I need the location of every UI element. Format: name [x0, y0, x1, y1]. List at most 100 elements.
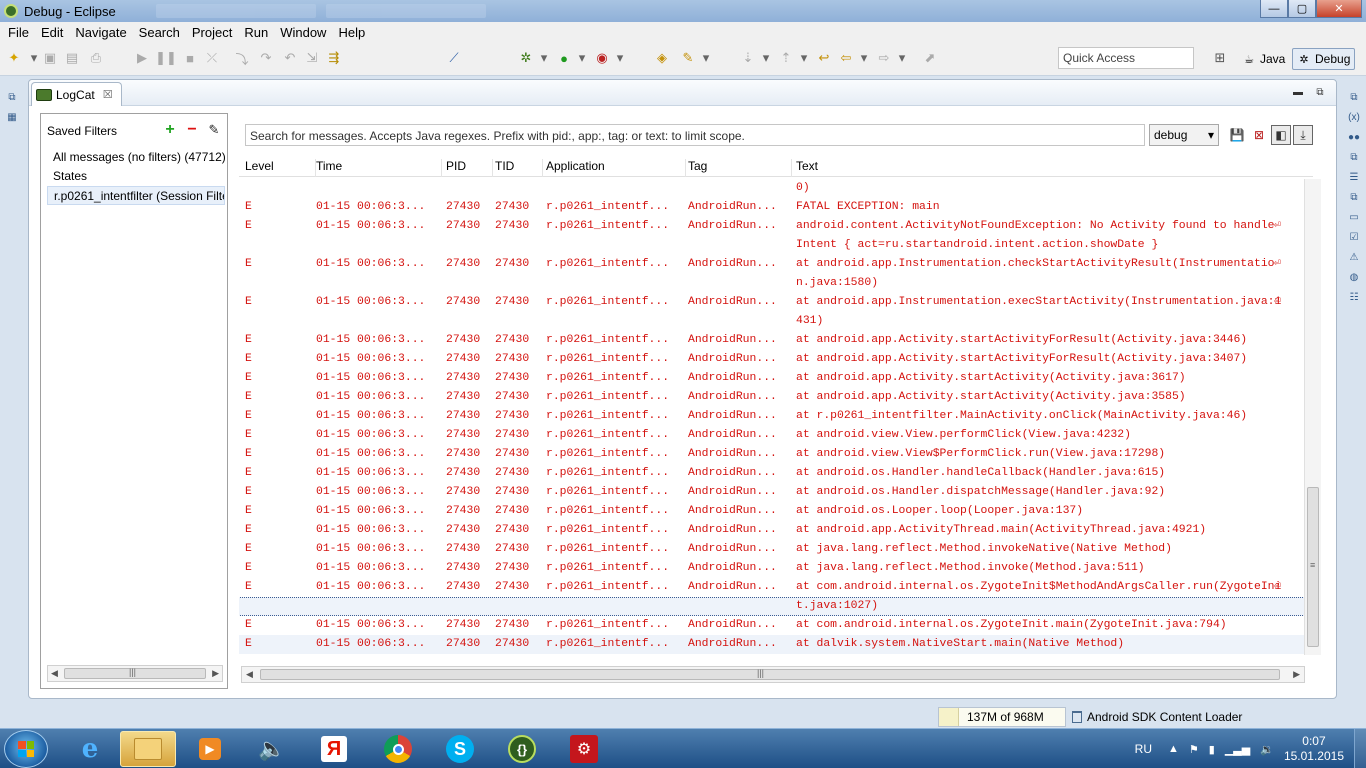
variables-icon[interactable]: (x)	[1347, 110, 1361, 124]
filter-item-session[interactable]: r.p0261_intentfilter (Session Filter)	[47, 186, 225, 205]
pin-editor-icon[interactable]: ⬈	[922, 50, 938, 66]
close-button[interactable]: ✕	[1316, 0, 1362, 18]
forward-icon[interactable]: ⇨	[876, 50, 892, 66]
outline-icon[interactable]: ☰	[1347, 170, 1361, 184]
close-tab-icon[interactable]: ☒	[103, 88, 113, 101]
log-row[interactable]: E 01-15 00:06:3... 27430 27430 r.p0261_inten…	[239, 502, 1305, 521]
log-row[interactable]: E 01-15 00:06:3... 27430 27430 r.p0261_inten…	[239, 445, 1305, 464]
problems-icon[interactable]: ⚠	[1347, 250, 1361, 264]
log-row[interactable]: E 01-15 00:06:3... 27430 27430 r.p0261_inten…	[239, 464, 1305, 483]
restore-icon[interactable]: ⧉	[5, 90, 19, 104]
menu-search[interactable]: Search	[133, 25, 186, 40]
add-filter-icon[interactable]: +	[161, 121, 179, 138]
disconnect-icon[interactable]: ⤫	[204, 50, 220, 66]
menu-edit[interactable]: Edit	[35, 25, 69, 40]
maximize-button[interactable]: ▢	[1288, 0, 1316, 18]
show-desktop-button[interactable]	[1354, 729, 1366, 768]
progress-icon[interactable]: ◍	[1347, 270, 1361, 284]
save-log-icon[interactable]: 💾	[1227, 125, 1247, 145]
quick-access-input[interactable]: Quick Access	[1058, 47, 1194, 69]
scroll-left-icon[interactable]: ◀	[51, 668, 58, 679]
filters-horizontal-scrollbar[interactable]: ◀ ||| ▶	[47, 665, 223, 682]
open-task-icon[interactable]: ✎	[680, 50, 696, 66]
breakpoints-icon[interactable]: ●●	[1347, 130, 1361, 144]
maximize-view-icon[interactable]: ⧉	[1312, 85, 1328, 99]
tasks-icon[interactable]: ☑	[1347, 230, 1361, 244]
taskbar-file-explorer[interactable]	[120, 731, 176, 767]
prev-annotation-dropdown-icon[interactable]: ▾	[796, 50, 812, 66]
log-row[interactable]: E 01-15 00:06:3... 27430 27430 r.p0261_inten…	[239, 559, 1305, 578]
taskbar-chrome[interactable]	[370, 731, 426, 767]
column-application[interactable]: Application	[546, 159, 686, 177]
open-type-icon[interactable]: ◈	[654, 50, 670, 66]
new-dropdown-icon[interactable]: ▾	[26, 50, 42, 66]
taskbar-yandex[interactable]: Я	[306, 731, 362, 767]
background-task[interactable]: Android SDK Content Loader	[1072, 710, 1242, 724]
skip-breakpoints-icon[interactable]: ⟋	[446, 50, 462, 66]
external-tools-icon[interactable]: ◉	[594, 50, 610, 66]
prev-annotation-icon[interactable]: ⇡	[778, 50, 794, 66]
menu-navigate[interactable]: Navigate	[69, 25, 132, 40]
suspend-icon[interactable]: ❚❚	[155, 50, 177, 66]
open-task-dropdown-icon[interactable]: ▾	[698, 50, 714, 66]
action-center-flag-icon[interactable]: ⚑	[1189, 743, 1199, 756]
debug-dropdown-icon[interactable]: ▾	[536, 50, 552, 66]
log-level-select[interactable]: debug ▾	[1149, 124, 1219, 146]
taskbar-speaker[interactable]: 🔈	[244, 731, 300, 767]
debug-view-icon[interactable]: ▦	[5, 110, 19, 124]
log-row[interactable]: E 01-15 00:06:3... 27430 27430 r.p0261_inten…	[239, 540, 1305, 559]
log-row[interactable]: E 01-15 00:06:3... 27430 27430 r.p0261_inten…	[239, 369, 1305, 388]
forward-dropdown-icon[interactable]: ▾	[894, 50, 910, 66]
save-all-icon[interactable]: ▤	[64, 50, 80, 66]
run-dropdown-icon[interactable]: ▾	[574, 50, 590, 66]
edit-filter-icon[interactable]: ✎	[205, 122, 223, 138]
start-button[interactable]	[4, 730, 48, 768]
scroll-lock-icon[interactable]: ⤓	[1293, 125, 1313, 145]
step-return-icon[interactable]: ↶	[282, 50, 298, 66]
terminate-icon[interactable]: ■	[182, 50, 198, 66]
next-annotation-icon[interactable]: ⇣	[740, 50, 756, 66]
taskbar-skype[interactable]: S	[432, 731, 488, 767]
log-row[interactable]: E 01-15 00:06:3... 27430 27430 r.p0261_inten…	[239, 198, 1305, 217]
log-row[interactable]: E 01-15 00:06:3... 27430 27430 r.p0261_inten…	[239, 350, 1305, 369]
log-row[interactable]: E 01-15 00:06:3... 27430 27430 r.p0261_inten…	[239, 217, 1305, 255]
step-into-icon[interactable]: ⤵	[234, 50, 250, 67]
log-scroll-left-icon[interactable]: ◀	[246, 669, 253, 680]
volume-icon[interactable]: 🔉	[1260, 743, 1274, 756]
taskbar-acrobat[interactable]: ⚙	[556, 731, 612, 767]
perspective-debug-button[interactable]: ✲ Debug	[1292, 48, 1356, 70]
debug-icon[interactable]: ✲	[518, 50, 534, 66]
filter-item-all[interactable]: All messages (no filters) (47712)	[47, 148, 225, 167]
external-tools-dropdown-icon[interactable]: ▾	[612, 50, 628, 66]
log-row[interactable]: E 01-15 00:06:3... 27430 27430 r.p0261_inten…	[239, 407, 1305, 426]
open-perspective-icon[interactable]: ⊞	[1212, 50, 1228, 66]
expressions-icon[interactable]: ☷	[1347, 290, 1361, 304]
log-vscroll-thumb[interactable]: ≡	[1307, 487, 1319, 647]
save-icon[interactable]: ▣	[42, 50, 58, 66]
log-hscroll-thumb[interactable]: |||	[260, 668, 1280, 680]
log-row[interactable]: E 01-15 00:06:3... 27430 27430 r.p0261_inten…	[239, 293, 1305, 331]
menu-project[interactable]: Project	[186, 25, 238, 40]
column-level[interactable]: Level	[245, 159, 316, 177]
back-dropdown-icon[interactable]: ▾	[856, 50, 872, 66]
column-text[interactable]: Text	[796, 159, 1296, 177]
log-row[interactable]: E 01-15 00:06:3... 27430 27430 r.p0261_inten…	[239, 521, 1305, 540]
log-row[interactable]: E 01-15 00:06:3... 27430 27430 r.p0261_inten…	[239, 616, 1305, 635]
restore-right-icon-3[interactable]: ⧉	[1347, 190, 1361, 204]
run-icon[interactable]: ●	[556, 50, 572, 66]
minimize-button[interactable]: —	[1260, 0, 1288, 18]
taskbar-eclipse[interactable]: {}	[494, 731, 550, 767]
perspective-java-button[interactable]: ☕ Java	[1238, 48, 1289, 70]
drop-to-frame-icon[interactable]: ⇲	[304, 50, 320, 66]
log-row[interactable]: E 01-15 00:06:3... 27430 27430 r.p0261_inten…	[239, 426, 1305, 445]
menu-file[interactable]: File	[2, 25, 35, 40]
log-row[interactable]: E 01-15 00:06:3... 27430 27430 r.p0261_inten…	[239, 578, 1305, 616]
column-tag[interactable]: Tag	[688, 159, 792, 177]
use-step-filters-icon[interactable]: ⇶	[326, 50, 342, 66]
clear-log-icon[interactable]: ⊠	[1249, 125, 1269, 145]
restore-right-icon[interactable]: ⧉	[1347, 90, 1361, 104]
battery-icon[interactable]: ▮	[1209, 743, 1215, 756]
log-row[interactable]: 0)	[239, 179, 1305, 198]
column-pid[interactable]: PID	[446, 159, 493, 177]
tab-logcat[interactable]: LogCat ☒	[31, 82, 122, 106]
